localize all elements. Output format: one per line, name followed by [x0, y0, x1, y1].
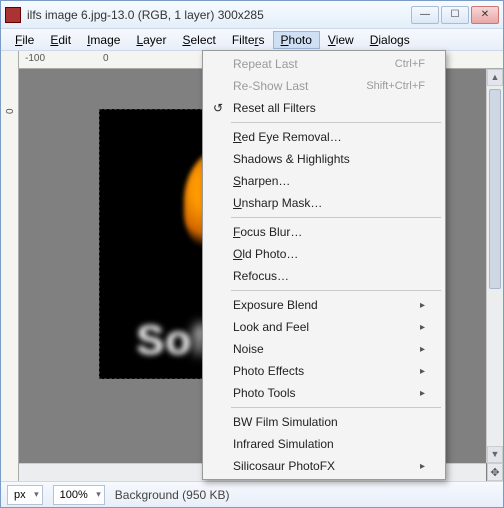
- menu-item-photo-tools[interactable]: Photo Tools▸: [205, 382, 443, 404]
- minimize-button[interactable]: —: [411, 6, 439, 24]
- ruler-v-label-0: 0: [5, 101, 15, 121]
- submenu-arrow-icon: ▸: [420, 300, 425, 311]
- menu-image[interactable]: Image: [79, 31, 128, 49]
- menu-item-reset-filters[interactable]: ↺ Reset all Filters: [205, 97, 443, 119]
- menu-view[interactable]: View: [320, 31, 362, 49]
- menu-item-shadows-highlights[interactable]: Shadows & Highlights: [205, 148, 443, 170]
- menu-item-old-photo[interactable]: Old Photo…: [205, 243, 443, 265]
- menu-separator: [231, 290, 441, 291]
- status-text: Background (950 KB): [115, 488, 497, 502]
- menu-item-noise[interactable]: Noise▸: [205, 338, 443, 360]
- window-title: ilfs image 6.jpg-13.0 (RGB, 1 layer) 300…: [27, 8, 411, 22]
- menu-item-reshow-last: Re-Show LastShift+Ctrl+F: [205, 75, 443, 97]
- statusbar: px 100% Background (950 KB): [1, 481, 503, 507]
- submenu-arrow-icon: ▸: [420, 366, 425, 377]
- menu-item-infrared[interactable]: Infrared Simulation: [205, 433, 443, 455]
- photo-dropdown-menu: Repeat LastCtrl+F Re-Show LastShift+Ctrl…: [202, 50, 446, 480]
- close-button[interactable]: ✕: [471, 6, 499, 24]
- scroll-down-icon[interactable]: ▼: [487, 446, 503, 463]
- menu-separator: [231, 407, 441, 408]
- zoom-select[interactable]: 100%: [53, 485, 105, 505]
- menu-file[interactable]: File: [7, 31, 42, 49]
- menu-filters[interactable]: Filters: [224, 31, 273, 49]
- ruler-h-label-0: 0: [103, 53, 109, 64]
- submenu-arrow-icon: ▸: [420, 344, 425, 355]
- titlebar[interactable]: ilfs image 6.jpg-13.0 (RGB, 1 layer) 300…: [1, 1, 503, 29]
- menubar: File Edit Image Layer Select Filters Pho…: [1, 29, 503, 51]
- submenu-arrow-icon: ▸: [420, 322, 425, 333]
- submenu-arrow-icon: ▸: [420, 461, 425, 472]
- app-icon: [5, 7, 21, 23]
- scroll-up-icon[interactable]: ▲: [487, 69, 503, 86]
- menu-edit[interactable]: Edit: [42, 31, 79, 49]
- reset-icon: ↺: [210, 100, 226, 116]
- navigation-icon[interactable]: ✥: [487, 463, 503, 481]
- menu-separator: [231, 122, 441, 123]
- scrollbar-vertical[interactable]: ▲ ▼ ✥: [486, 69, 503, 463]
- menu-item-sharpen[interactable]: Sharpen…: [205, 170, 443, 192]
- menu-item-refocus[interactable]: Refocus…: [205, 265, 443, 287]
- ruler-h-label-m100: -100: [25, 53, 45, 64]
- submenu-arrow-icon: ▸: [420, 388, 425, 399]
- ruler-vertical: 0: [1, 51, 19, 481]
- menu-item-photo-effects[interactable]: Photo Effects▸: [205, 360, 443, 382]
- menu-item-exposure-blend[interactable]: Exposure Blend▸: [205, 294, 443, 316]
- menu-item-bw-film[interactable]: BW Film Simulation: [205, 411, 443, 433]
- menu-item-unsharp-mask[interactable]: Unsharp Mask…: [205, 192, 443, 214]
- menu-item-red-eye[interactable]: Red Eye Removal…: [205, 126, 443, 148]
- menu-item-silicosaur[interactable]: Silicosaur PhotoFX▸: [205, 455, 443, 477]
- scrollbar-thumb[interactable]: [489, 89, 501, 289]
- menu-select[interactable]: Select: [174, 31, 223, 49]
- menu-separator: [231, 217, 441, 218]
- menu-dialogs[interactable]: Dialogs: [362, 31, 418, 49]
- menu-item-focus-blur[interactable]: Focus Blur…: [205, 221, 443, 243]
- menu-item-look-and-feel[interactable]: Look and Feel▸: [205, 316, 443, 338]
- menu-layer[interactable]: Layer: [128, 31, 174, 49]
- maximize-button[interactable]: ☐: [441, 6, 469, 24]
- menu-item-repeat-last: Repeat LastCtrl+F: [205, 53, 443, 75]
- unit-select[interactable]: px: [7, 485, 43, 505]
- menu-photo[interactable]: Photo: [273, 31, 320, 49]
